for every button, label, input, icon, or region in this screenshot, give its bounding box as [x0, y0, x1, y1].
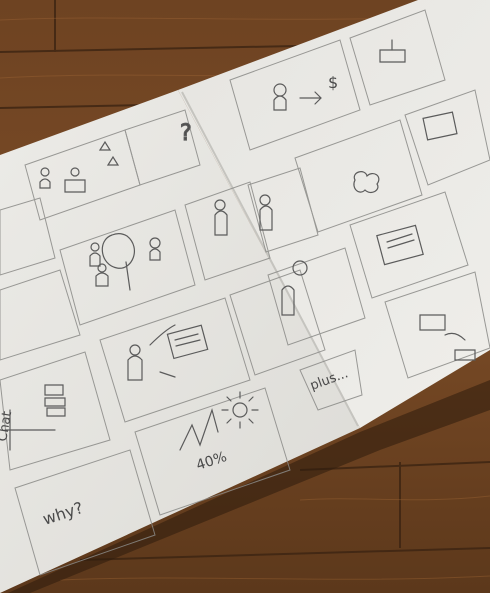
question-note: ? [180, 121, 192, 146]
dollar-note: $ [328, 73, 338, 92]
storyboard-photo: ? why? plus... 40% Chat $ [0, 0, 490, 593]
